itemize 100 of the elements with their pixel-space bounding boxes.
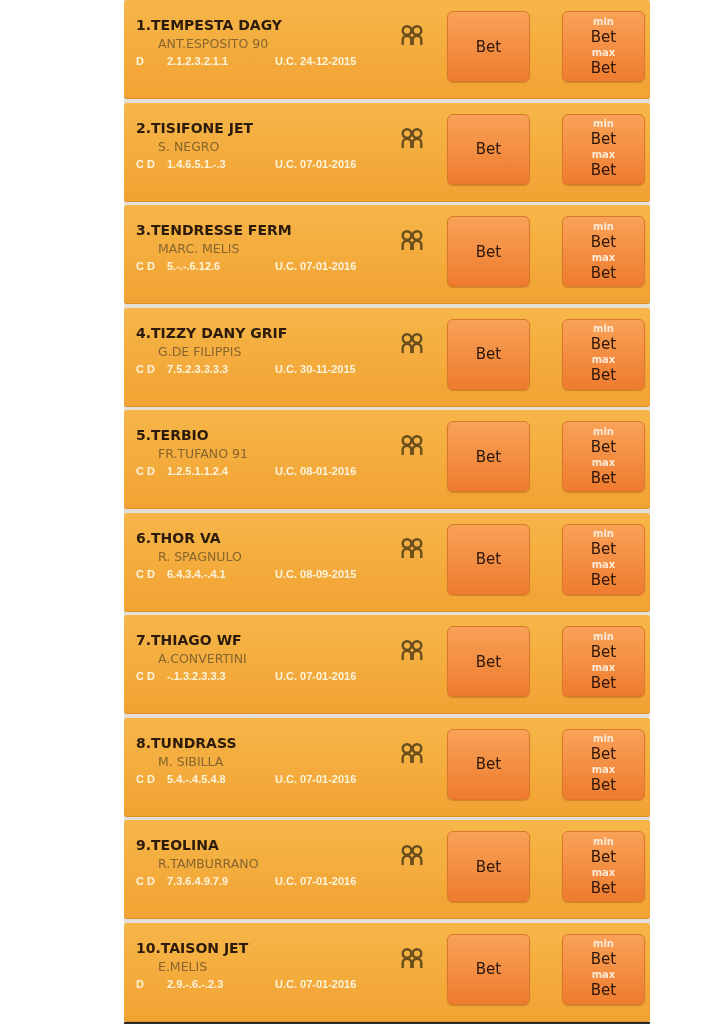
min-bet-button[interactable]: Bet [590, 437, 617, 457]
rings-icon [400, 230, 424, 251]
bet-button[interactable]: Bet [447, 421, 530, 492]
jockey-name: MARC. MELIS [158, 241, 240, 257]
max-label: max [591, 764, 616, 776]
form-sequence: 2.9.-.6.-.2.3 [167, 976, 225, 991]
form-sequence: 5.4.-.4.5.4.8 [167, 771, 227, 786]
last-race-date: U.C. 07-01-2016 [275, 874, 357, 888]
horse-name: 1.TEMPESTA DAGY [136, 16, 282, 34]
min-bet-button[interactable]: Bet [590, 540, 617, 559]
min-label: min [593, 323, 614, 335]
jockey-name: E.MELIS [158, 958, 208, 975]
jockey-name: G.DE FILIPPIS [158, 343, 242, 360]
race-tags: D [136, 54, 167, 68]
max-label: max [591, 149, 616, 161]
last-race-date: U.C. 07-01-2016 [275, 976, 357, 991]
max-bet-button[interactable]: Bet [590, 468, 617, 488]
max-bet-button[interactable]: Bet [590, 981, 617, 1000]
min-bet-button[interactable]: Bet [590, 232, 617, 252]
rings-icon [400, 845, 424, 866]
last-race-date: U.C. 24-12-2015 [275, 54, 357, 68]
form-sequence: 5.-.-.6.12.6 [167, 259, 222, 273]
bet-button[interactable]: Bet [447, 933, 530, 1005]
max-label: max [591, 661, 616, 674]
min-label: min [593, 938, 614, 950]
horse-name: 6.THOR VA [136, 528, 221, 547]
min-bet-button[interactable]: Bet [590, 130, 617, 149]
max-bet-button[interactable]: Bet [590, 263, 617, 283]
jockey-name: M. SIBILLA [158, 753, 224, 770]
max-bet-button[interactable]: Bet [590, 366, 617, 385]
bet-button[interactable]: Bet [447, 11, 530, 82]
bet-button[interactable]: Bet [447, 216, 530, 287]
race-tags: C D [136, 464, 167, 478]
min-bet-button[interactable]: Bet [590, 27, 617, 47]
min-bet-button[interactable]: Bet [590, 847, 617, 867]
min-label: min [593, 15, 614, 28]
last-race-date: U.C. 07-01-2016 [275, 669, 357, 683]
horse-name: 2.TISIFONE JET [136, 118, 254, 137]
max-label: max [591, 866, 616, 879]
max-bet-button[interactable]: Bet [590, 673, 617, 693]
min-label: min [593, 528, 614, 540]
min-label: min [593, 733, 614, 745]
form-sequence: 1.2.5.1.1.2.4 [167, 464, 230, 478]
form-sequence: -.1.3.2.3.3.3 [167, 669, 227, 683]
jockey-name: A.CONVERTINI [158, 651, 247, 667]
last-race-date: U.C. 07-01-2016 [275, 259, 357, 273]
form-sequence: 7.5.2.3.3.3.3 [167, 361, 230, 376]
min-bet-button[interactable]: Bet [590, 745, 617, 764]
race-tags: C D [136, 156, 167, 171]
rings-icon [400, 640, 424, 661]
min-bet-button[interactable]: Bet [590, 335, 617, 354]
rings-icon [400, 537, 424, 559]
min-bet-button[interactable]: Bet [590, 642, 617, 662]
max-label: max [591, 559, 616, 571]
jockey-name: ANT.ESPOSITO 90 [158, 36, 269, 52]
bet-button[interactable]: Bet [447, 523, 530, 595]
min-label: min [593, 118, 614, 130]
horse-name: 5.TERBIO [136, 426, 209, 444]
race-tags: C D [136, 669, 167, 683]
max-label: max [591, 354, 616, 366]
max-label: max [591, 251, 616, 264]
rings-icon [400, 25, 424, 46]
rings-icon [400, 742, 424, 764]
last-race-date: U.C. 08-09-2015 [275, 566, 357, 581]
form-sequence: 1.4.6.5.1.-.3 [167, 156, 227, 171]
max-bet-button[interactable]: Bet [590, 161, 617, 180]
max-bet-button[interactable]: Bet [590, 58, 617, 78]
form-sequence: 7.3.6.4.9.7.9 [167, 874, 230, 888]
max-label: max [591, 46, 616, 59]
horse-name: 3.TENDRESSE FERM [136, 221, 292, 239]
bet-button[interactable]: Bet [447, 831, 530, 902]
bet-button[interactable]: Bet [447, 728, 530, 800]
horse-name: 10.TAISON JET [136, 938, 249, 957]
bet-button[interactable]: Bet [447, 113, 530, 185]
rings-icon [400, 127, 424, 149]
max-bet-button[interactable]: Bet [590, 878, 617, 898]
horse-name: 4.TIZZY DANY GRIF [136, 323, 288, 342]
rings-icon [400, 332, 424, 354]
bet-button[interactable]: Bet [447, 318, 530, 390]
form-sequence: 6.4.3.4.-.4.1 [167, 566, 227, 581]
jockey-name: R. SPAGNULO [158, 548, 242, 565]
min-label: min [593, 425, 614, 438]
bet-button[interactable]: Bet [447, 626, 530, 697]
race-tags: D [136, 976, 167, 991]
max-bet-button[interactable]: Bet [590, 571, 617, 590]
race-tags: C D [136, 874, 167, 888]
last-race-date: U.C. 08-01-2016 [275, 464, 357, 478]
horse-name: 9.TEOLINA [136, 836, 219, 854]
race-tags: C D [136, 259, 167, 273]
race-tags: C D [136, 771, 167, 786]
race-tags: C D [136, 361, 167, 376]
jockey-name: FR.TUFANO 91 [158, 446, 248, 462]
race-tags: C D [136, 566, 167, 581]
min-label: min [593, 220, 614, 233]
form-sequence: 2.1.2.3.2.1.1 [167, 54, 230, 68]
max-bet-button[interactable]: Bet [590, 776, 617, 795]
min-label: min [593, 630, 614, 643]
min-bet-button[interactable]: Bet [590, 950, 617, 969]
horse-name: 8.TUNDRASS [136, 733, 237, 752]
rings-icon [400, 435, 424, 456]
